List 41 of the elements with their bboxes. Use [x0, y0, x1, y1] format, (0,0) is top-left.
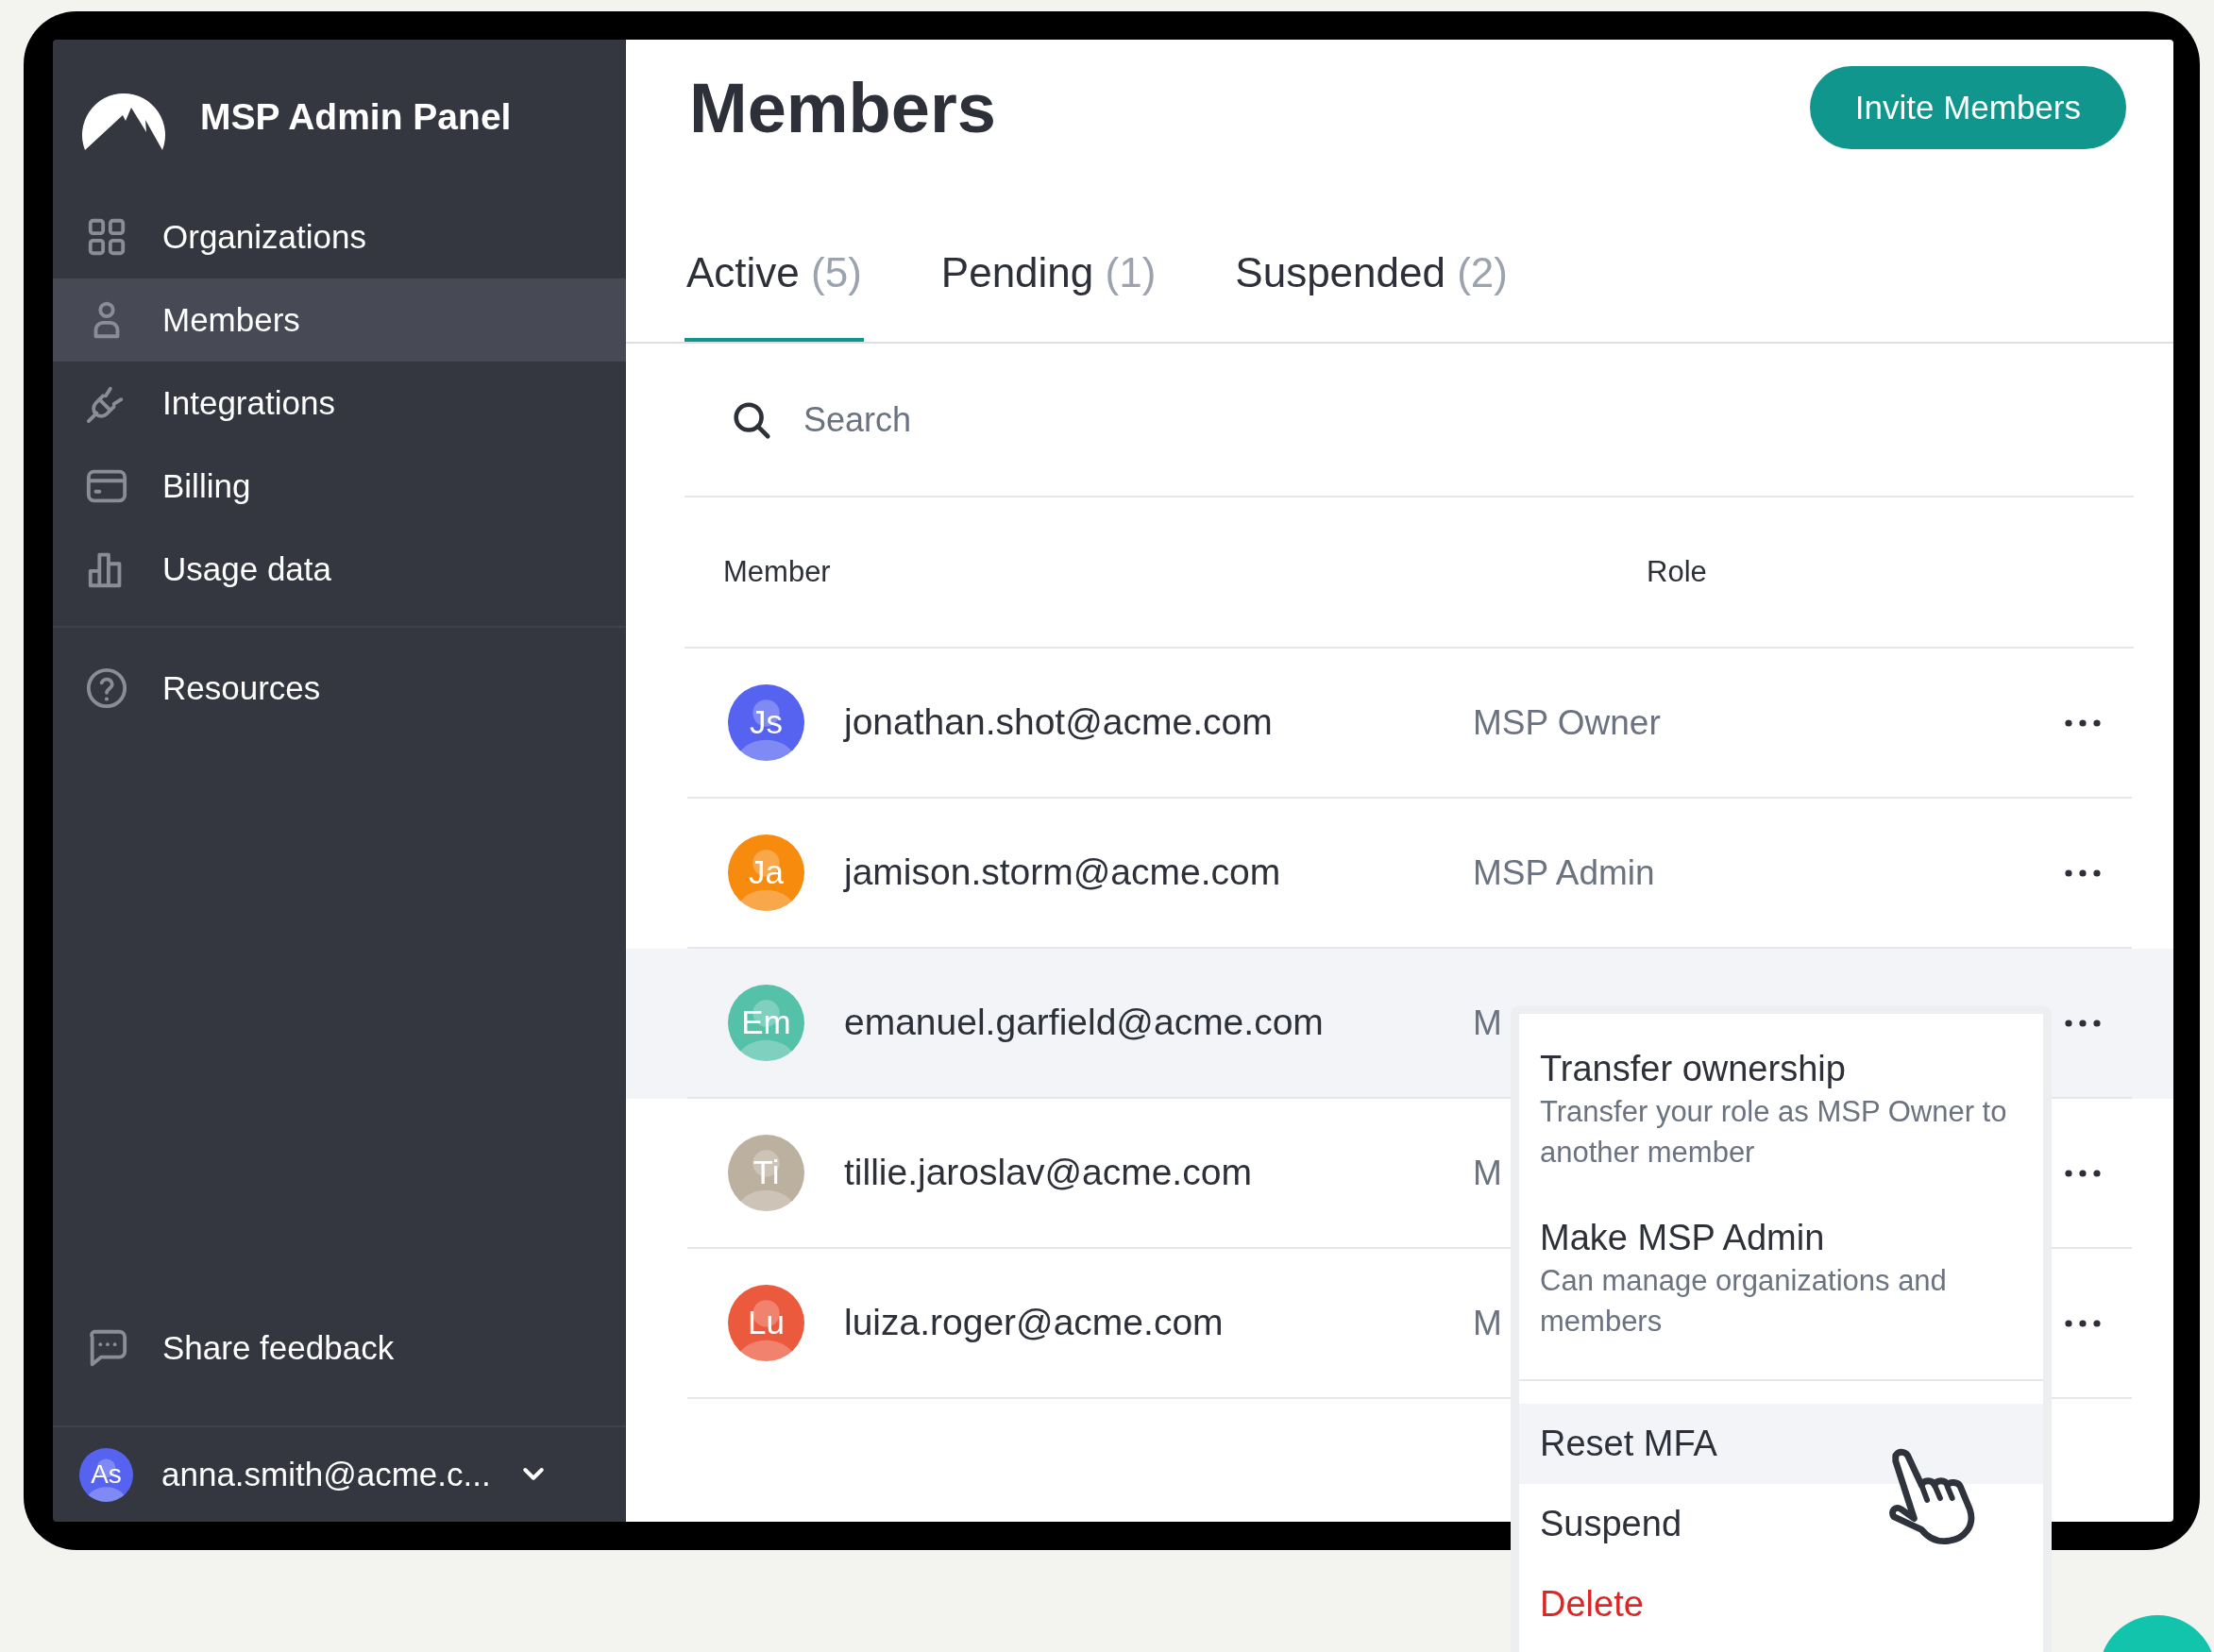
- column-header: Member: [723, 553, 832, 590]
- column-header: Role: [1647, 553, 1707, 590]
- sidebar-item[interactable]: Integrations: [53, 362, 626, 445]
- avatar: Lu: [728, 1285, 804, 1361]
- member-role: M: [1473, 1303, 1502, 1342]
- more-icon: [2064, 1018, 2102, 1028]
- member-role: MSP Owner: [1473, 702, 1661, 742]
- member-email: jonathan.shot@acme.com: [844, 700, 1274, 745]
- avatar: As: [79, 1447, 133, 1502]
- page-title: Members: [689, 68, 996, 149]
- more-icon: [2064, 868, 2102, 878]
- avatar: Ti: [728, 1135, 804, 1211]
- more-icon: [2064, 717, 2102, 728]
- tab[interactable]: Suspended (2): [1233, 191, 1510, 342]
- more-icon: [2064, 1168, 2102, 1178]
- avatar: Em: [728, 985, 804, 1061]
- member-email: tillie.jaroslav@acme.com: [844, 1151, 1253, 1195]
- avatar: Js: [728, 684, 804, 761]
- feedback-link[interactable]: Share feedback: [53, 1306, 626, 1390]
- question-icon: [85, 666, 128, 710]
- sidebar-item[interactable]: Usage data: [53, 528, 626, 611]
- member-email: luiza.roger@acme.com: [844, 1301, 1225, 1345]
- member-email: emanuel.garfield@acme.com: [844, 1001, 1325, 1045]
- member-email: jamison.storm@acme.com: [844, 851, 1282, 895]
- tab[interactable]: Active (5): [684, 191, 864, 342]
- member-role: M: [1473, 1153, 1502, 1192]
- more-icon: [2064, 1318, 2102, 1328]
- account-menu[interactable]: As anna.smith@acme.c...: [53, 1427, 626, 1522]
- invite-button[interactable]: Invite Members: [1809, 66, 2126, 149]
- sidebar-item[interactable]: Members: [53, 278, 626, 362]
- tab[interactable]: Pending (1): [938, 191, 1158, 342]
- sidebar-item[interactable]: Resources: [53, 647, 626, 730]
- menu-item[interactable]: Transfer ownership Transfer your role as MSP Owner to another member: [1519, 1046, 2043, 1172]
- sidebar-item[interactable]: Billing: [53, 445, 626, 528]
- menu-item[interactable]: Make MSP Admin Can manage organizations and members: [1519, 1215, 2043, 1341]
- menu-item[interactable]: Reset MFA: [1519, 1404, 2043, 1484]
- member-role: MSP Admin: [1473, 852, 1655, 892]
- avatar: Ja: [728, 834, 804, 911]
- sidebar-item[interactable]: Organizations: [53, 195, 626, 278]
- app-title: MSP Admin Panel: [200, 95, 512, 140]
- member-role: M: [1473, 1003, 1502, 1042]
